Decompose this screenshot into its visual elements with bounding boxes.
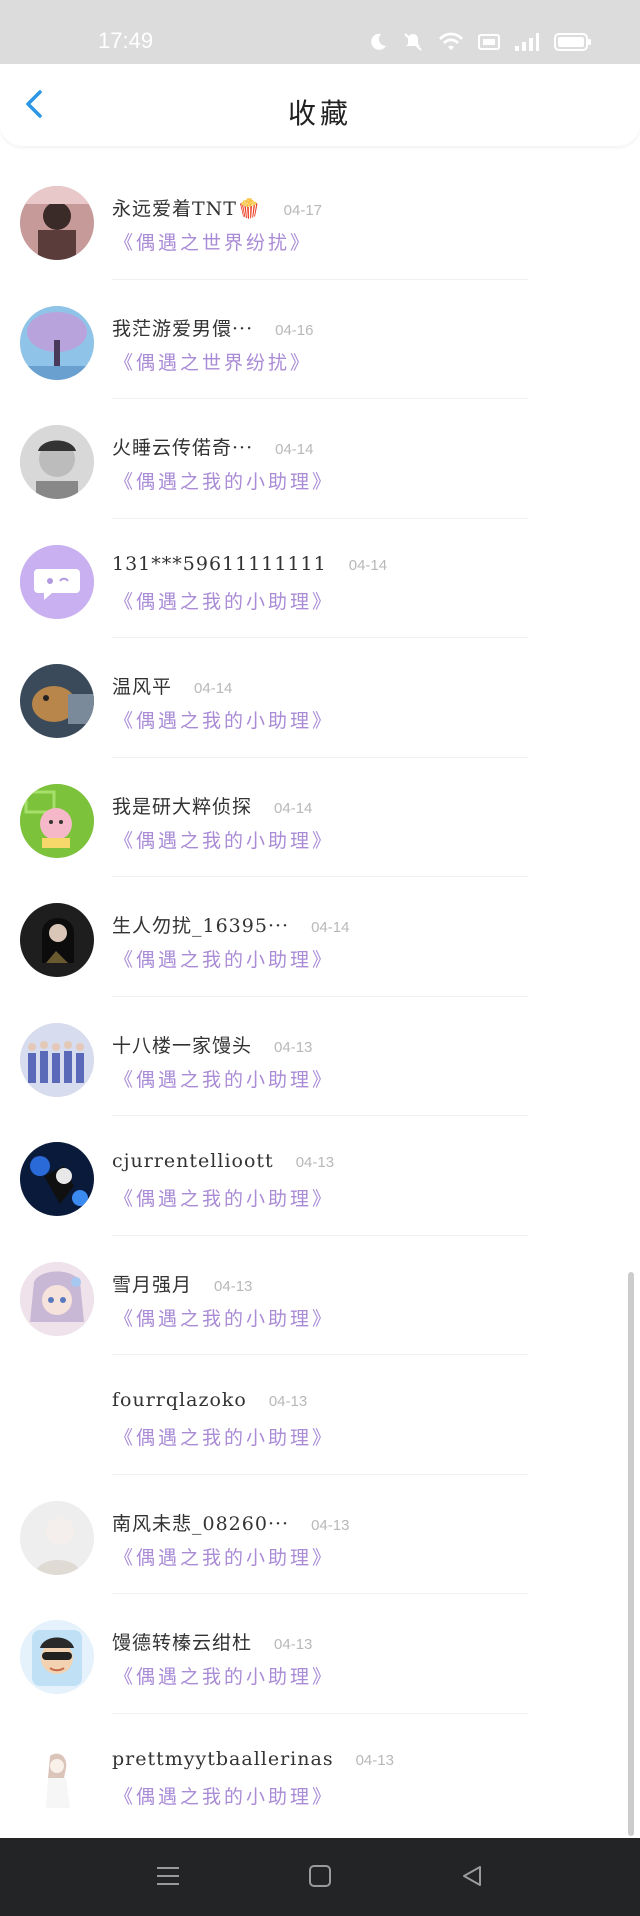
item-date: 04-16: [275, 321, 314, 339]
status-bar: 17:49: [0, 0, 640, 64]
item-date: 04-13: [355, 1751, 394, 1769]
avatar: [20, 1022, 94, 1097]
hd-icon: [478, 34, 500, 50]
back-nav-button[interactable]: [450, 1856, 494, 1896]
item-source: 《偶遇之我的小助理》: [114, 1666, 335, 1688]
avatar: [20, 1739, 94, 1814]
back-triangle-icon: [463, 1866, 481, 1886]
list-item[interactable]: 我是研大粹侦探 04-14 《偶遇之我的小助理》: [0, 758, 640, 877]
item-name: 我是研大粹侦探: [112, 795, 253, 818]
scrollbar[interactable]: [628, 1272, 634, 1836]
list-item[interactable]: 131***59611111111 04-14 《偶遇之我的小助理》: [0, 519, 640, 638]
system-nav-bar: [0, 1838, 640, 1916]
home-button[interactable]: [298, 1856, 342, 1896]
item-name: 十八楼一家馒头: [112, 1034, 253, 1057]
list-item[interactable]: 馒德转榛云绀杜 04-13 《偶遇之我的小助理》: [0, 1594, 640, 1714]
list-item[interactable]: 南风未悲_08260··· 04-13 《偶遇之我的小助理》: [0, 1475, 640, 1594]
item-date: 04-13: [268, 1393, 308, 1410]
avatar: [20, 903, 94, 977]
item-source: 《偶遇之我的小助理》: [114, 710, 335, 732]
avatar: [20, 1142, 94, 1216]
home-square-icon: [309, 1865, 331, 1887]
status-time: 17:49: [98, 28, 154, 53]
avatar: [20, 1500, 94, 1575]
item-name: 我茫游爱男儇···: [112, 317, 254, 340]
item-date: 04-14: [275, 441, 314, 458]
item-source: 《偶遇之我的小助理》: [114, 1307, 335, 1330]
item-date: 04-13: [274, 1636, 313, 1653]
avatar: [20, 1261, 94, 1336]
item-name: 131***59611111111: [112, 552, 327, 575]
avatar: [20, 305, 94, 380]
avatar: [20, 1620, 94, 1694]
item-source: 《偶遇之我的小助理》: [114, 1427, 335, 1449]
list-item[interactable]: 十八楼一家馒头 04-13 《偶遇之我的小助理》: [0, 997, 640, 1116]
page-title: 收藏: [287, 97, 352, 130]
item-date: 04-13: [274, 1038, 313, 1056]
list-item[interactable]: 永远爱着TNT🍿 04-17 《偶遇之世界纷扰》: [0, 160, 640, 280]
avatar: [20, 783, 94, 858]
item-name: prettmyytbaallerinas: [112, 1747, 334, 1770]
item-date: 04-14: [311, 919, 350, 936]
item-source: 《偶遇之我的小助理》: [114, 1546, 335, 1569]
menu-icon: [157, 1867, 179, 1885]
item-name: 馒德转榛云绀杜: [112, 1632, 253, 1654]
item-source: 《偶遇之我的小助理》: [114, 1068, 335, 1091]
list-item[interactable]: 雪月强月 04-13 《偶遇之我的小助理》: [0, 1236, 640, 1355]
item-source: 《偶遇之世界纷扰》: [114, 351, 313, 374]
item-name: 生人勿扰_16395···: [112, 915, 290, 937]
avatar: [20, 664, 94, 738]
item-source: 《偶遇之我的小助理》: [114, 829, 335, 852]
item-name: 温风平: [112, 676, 173, 698]
item-date: 04-14: [194, 680, 233, 697]
menu-button[interactable]: [146, 1856, 190, 1896]
header: 收藏: [0, 64, 640, 146]
list-item[interactable]: prettmyytbaallerinas 04-13 《偶遇之我的小助理》: [0, 1714, 640, 1834]
favorites-list: 永远爱着TNT🍿 04-17 《偶遇之世界纷扰》 我茫游爱男儇··· 04-16…: [0, 160, 640, 1833]
item-source: 《偶遇之世界纷扰》: [114, 232, 313, 254]
item-source: 《偶遇之我的小助理》: [114, 471, 335, 493]
mute-bell-icon: [404, 33, 422, 51]
item-date: 04-17: [283, 202, 323, 219]
item-name: 永远爱着TNT🍿: [112, 198, 262, 220]
signal-icon: [515, 33, 539, 51]
item-date: 04-13: [295, 1154, 335, 1171]
wifi-icon: [439, 32, 463, 50]
avatar: [20, 186, 94, 260]
item-name: cjurrentellioott: [112, 1150, 274, 1172]
list-item[interactable]: 温风平 04-14 《偶遇之我的小助理》: [0, 638, 640, 758]
item-date: 04-14: [348, 556, 388, 574]
item-name: 火睡云传偌奇···: [112, 437, 254, 459]
avatar: [20, 1381, 94, 1455]
list-item[interactable]: fourrqlazoko 04-13 《偶遇之我的小助理》: [0, 1355, 640, 1475]
item-name: 南风未悲_08260···: [112, 1512, 290, 1535]
item-date: 04-13: [214, 1277, 253, 1295]
avatar: [20, 544, 94, 619]
list-item[interactable]: 生人勿扰_16395··· 04-14 《偶遇之我的小助理》: [0, 877, 640, 997]
item-date: 04-14: [274, 799, 313, 817]
item-source: 《偶遇之我的小助理》: [114, 1188, 335, 1210]
avatar: [20, 425, 94, 499]
item-name: fourrqlazoko: [112, 1389, 247, 1411]
item-source: 《偶遇之我的小助理》: [114, 949, 335, 971]
item-source: 《偶遇之我的小助理》: [114, 1785, 335, 1808]
item-name: 雪月强月: [112, 1273, 193, 1296]
moon-icon: [371, 33, 386, 50]
status-icons: [368, 28, 592, 56]
list-item[interactable]: 火睡云传偌奇··· 04-14 《偶遇之我的小助理》: [0, 399, 640, 519]
item-date: 04-13: [311, 1516, 350, 1534]
item-source: 《偶遇之我的小助理》: [114, 590, 335, 613]
list-item[interactable]: cjurrentellioott 04-13 《偶遇之我的小助理》: [0, 1116, 640, 1236]
list-item[interactable]: 我茫游爱男儇··· 04-16 《偶遇之世界纷扰》: [0, 280, 640, 399]
battery-icon: [554, 33, 591, 51]
